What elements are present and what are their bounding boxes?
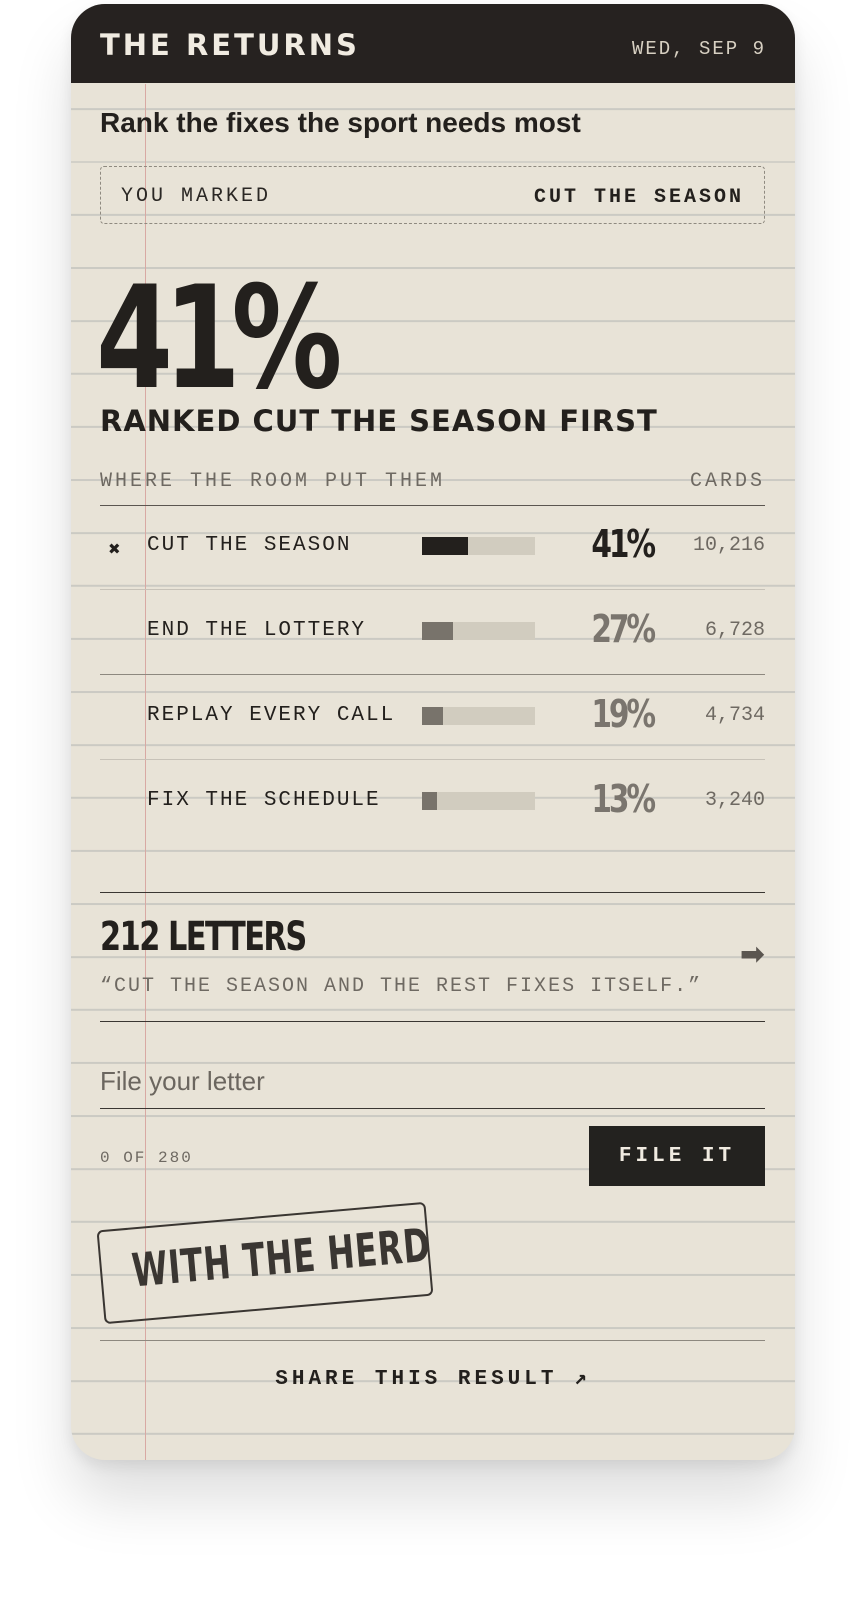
herd-stamp: WITH THE HERD <box>96 1201 434 1325</box>
your-pick-box: YOU MARKED CUT THE SEASON <box>100 166 765 224</box>
top-bar: THE RETURNS WED, SEP 9 <box>71 4 795 83</box>
letters-quote: “CUT THE SEASON AND THE REST FIXES ITSEL… <box>100 975 700 998</box>
date-label: WED, SEP 9 <box>631 38 766 60</box>
option-percent: 19% <box>591 692 656 736</box>
arrow-right-icon: ➡ <box>739 937 765 972</box>
share-bar <box>422 707 535 725</box>
stamp-text: WITH THE HERD <box>129 1217 433 1298</box>
result-caption: RANKED CUT THE SEASON FIRST <box>100 404 658 438</box>
question-title: Rank the fixes the sport needs most <box>100 107 581 138</box>
selected-x-icon: ✖ <box>108 540 121 558</box>
letters-link[interactable]: 212 LETTERS “CUT THE SEASON AND THE REST… <box>100 892 765 1022</box>
option-label: REPLAY EVERY CALL <box>147 704 396 727</box>
share-bar-fill <box>422 622 453 640</box>
result-row: END THE LOTTERY 27% 6,728 <box>100 590 765 675</box>
option-percent: 41% <box>591 522 656 566</box>
share-bar <box>422 792 535 810</box>
character-counter: 0 OF 280 <box>100 1149 193 1167</box>
share-bar <box>422 622 535 640</box>
option-card-count: 3,240 <box>704 789 765 812</box>
your-pick-label: YOU MARKED <box>121 185 272 208</box>
letter-input[interactable] <box>100 1054 765 1109</box>
result-row: FIX THE SCHEDULE 13% 3,240 <box>100 760 765 844</box>
app-title: THE RETURNS <box>100 28 360 62</box>
your-pick-value: CUT THE SEASON <box>533 186 744 209</box>
share-bar-fill <box>422 707 444 725</box>
option-label: END THE LOTTERY <box>147 619 367 642</box>
option-label: CUT THE SEASON <box>147 534 352 557</box>
option-card-count: 6,728 <box>704 619 765 642</box>
option-label: FIX THE SCHEDULE <box>147 789 381 812</box>
share-bar-fill <box>422 537 469 555</box>
results-card: THE RETURNS WED, SEP 9 Rank the fixes th… <box>71 4 795 1460</box>
letters-count: 212 LETTERS <box>100 914 307 960</box>
option-card-count: 4,734 <box>704 704 765 727</box>
option-percent: 13% <box>591 777 656 821</box>
file-it-button[interactable]: FILE IT <box>589 1126 765 1186</box>
divider <box>100 1340 765 1341</box>
option-percent: 27% <box>591 607 656 651</box>
option-card-count: 10,216 <box>692 534 765 557</box>
results-table: ✖ CUT THE SEASON 41% 10,216 END THE LOTT… <box>100 505 765 844</box>
result-row: ✖ CUT THE SEASON 41% 10,216 <box>100 505 765 590</box>
share-bar-fill <box>422 792 437 810</box>
cards-heading: CARDS <box>689 470 765 493</box>
share-result-link[interactable]: SHARE THIS RESULT ↗ <box>71 1365 795 1391</box>
share-bar <box>422 537 535 555</box>
result-row: REPLAY EVERY CALL 19% 4,734 <box>100 675 765 760</box>
results-table-header: WHERE THE ROOM PUT THEM CARDS <box>100 470 765 506</box>
results-heading: WHERE THE ROOM PUT THEM <box>100 470 446 493</box>
result-percent: 41% <box>96 256 342 421</box>
